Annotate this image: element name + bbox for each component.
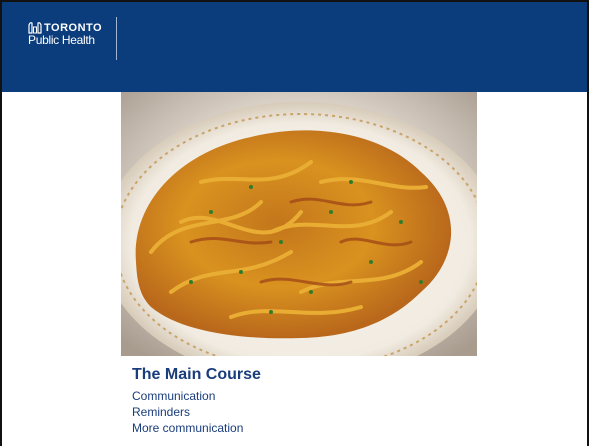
logo-text-public-health: Public Health [28, 33, 95, 47]
toronto-public-health-logo: Toronto Public Health [28, 22, 102, 47]
header-bar: Toronto Public Health [2, 2, 587, 92]
caption-item-reminders: Reminders [132, 405, 191, 419]
pasta-photo [121, 92, 477, 356]
logo-divider [116, 17, 117, 60]
caption-item-communication: Communication [132, 389, 216, 403]
slide: Toronto Public Health [0, 0, 589, 446]
caption-item-more-communication: More communication [132, 421, 244, 435]
caption-block: The Main Course Communication Reminders … [132, 366, 261, 436]
caption-title: The Main Course [132, 366, 261, 383]
